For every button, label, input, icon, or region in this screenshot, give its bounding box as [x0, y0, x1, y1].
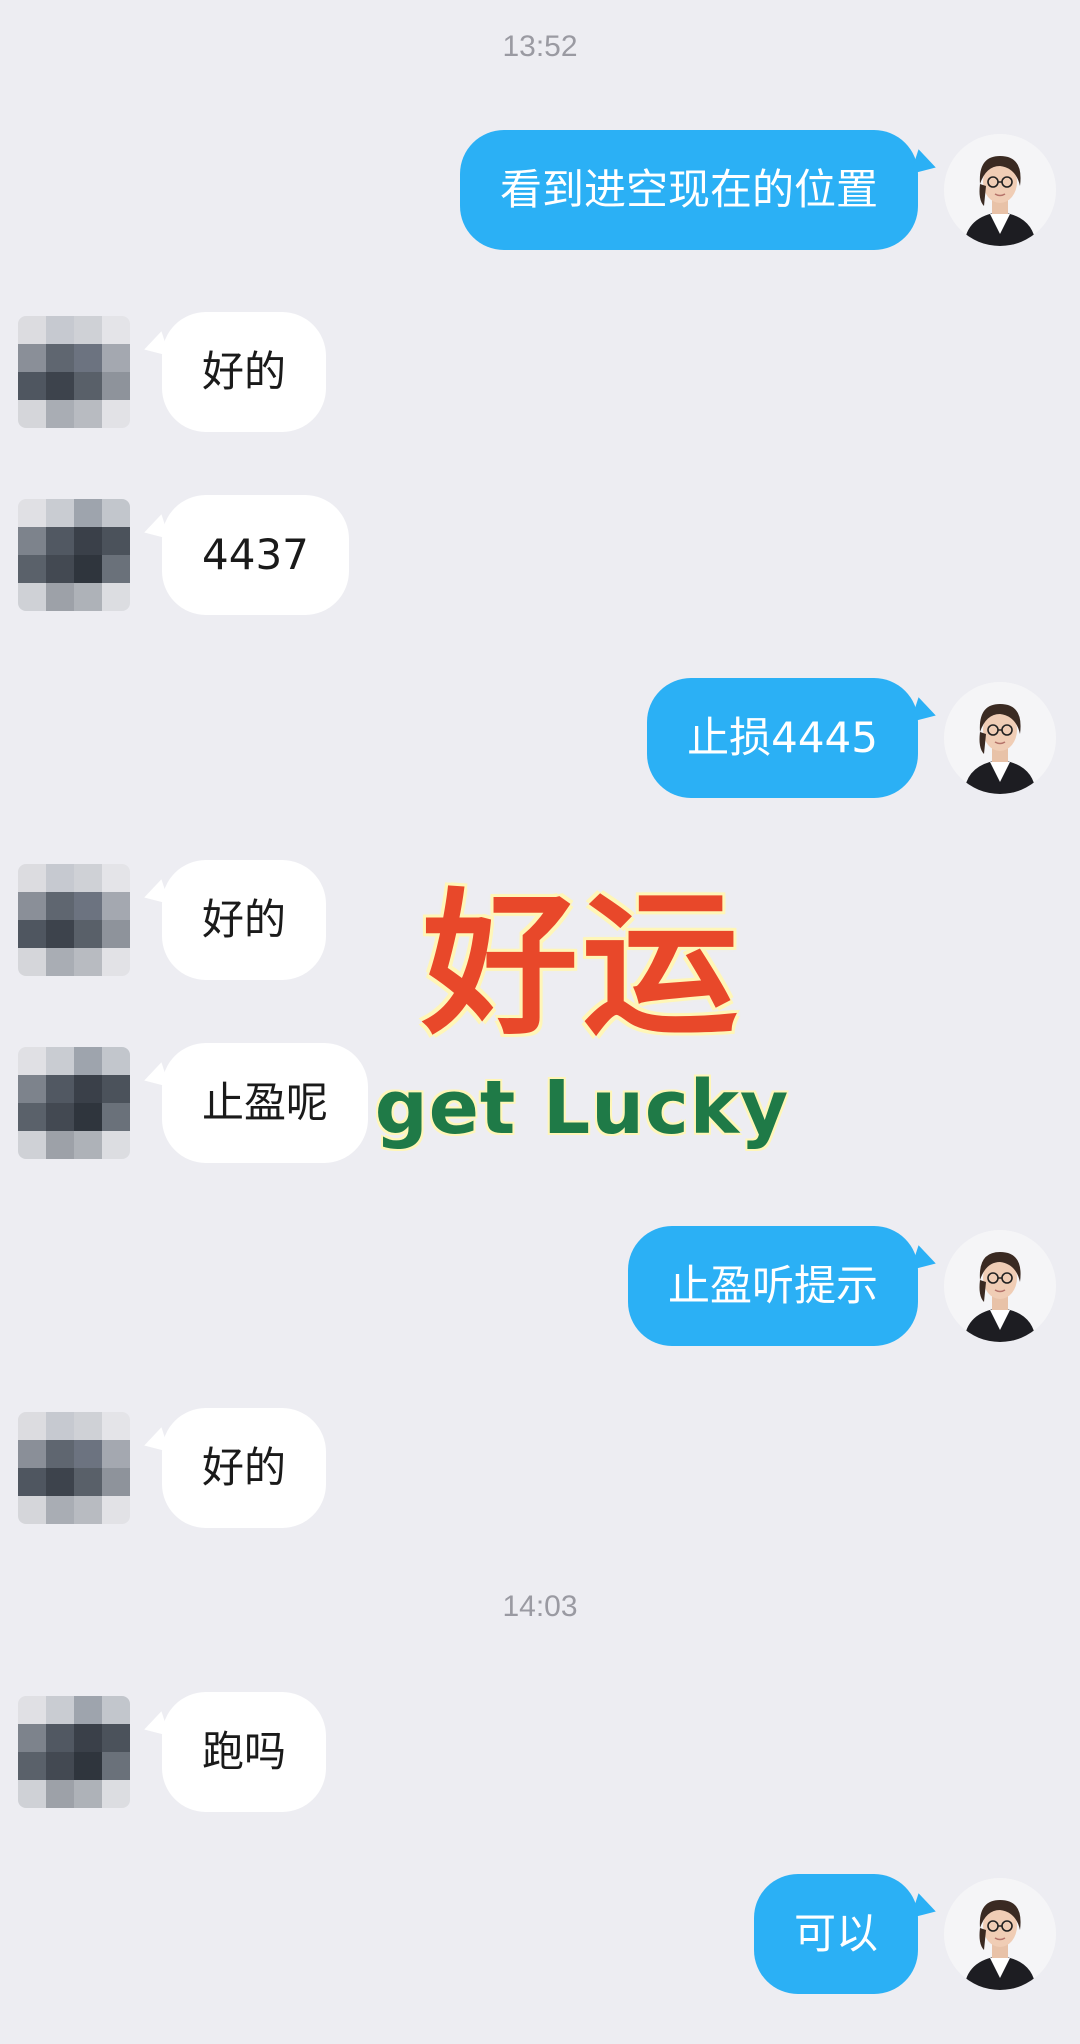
- message-row-incoming: 好的: [0, 312, 1080, 432]
- contact-avatar[interactable]: [18, 1696, 130, 1808]
- self-avatar[interactable]: [944, 1878, 1056, 1990]
- message-bubble-incoming[interactable]: 好的: [162, 1408, 327, 1528]
- sticker-subtitle: get Lucky: [374, 1065, 790, 1151]
- message-bubble-outgoing[interactable]: 可以: [753, 1874, 918, 1994]
- blurred-avatar-icon: [18, 864, 130, 976]
- message-row-incoming: 4437: [0, 495, 1080, 615]
- message-row-outgoing: 可以: [0, 1874, 1080, 1994]
- blurred-avatar-icon: [18, 1047, 130, 1159]
- user-portrait-icon: [944, 1878, 1056, 1990]
- self-avatar[interactable]: [944, 1230, 1056, 1342]
- blurred-avatar-icon: [18, 499, 130, 611]
- user-portrait-icon: [944, 1230, 1056, 1342]
- message-bubble-incoming[interactable]: 4437: [162, 495, 349, 615]
- blurred-avatar-icon: [18, 316, 130, 428]
- self-avatar[interactable]: [944, 682, 1056, 794]
- sticker-title: 好运: [422, 874, 742, 1056]
- good-luck-sticker[interactable]: 好运 get Lucky: [372, 880, 792, 1170]
- contact-avatar[interactable]: [18, 1412, 130, 1524]
- message-row-incoming: 好的: [0, 1408, 1080, 1528]
- blurred-avatar-icon: [18, 1412, 130, 1524]
- contact-avatar[interactable]: [18, 316, 130, 428]
- contact-avatar[interactable]: [18, 864, 130, 976]
- message-bubble-incoming[interactable]: 好的: [162, 860, 327, 980]
- message-row-outgoing: 止盈听提示: [0, 1226, 1080, 1346]
- timestamp: 14:03: [502, 1590, 578, 1623]
- message-row-outgoing: 看到进空现在的位置: [0, 130, 1080, 250]
- contact-avatar[interactable]: [18, 499, 130, 611]
- contact-avatar[interactable]: [18, 1047, 130, 1159]
- message-row-outgoing: 止损4445: [0, 678, 1080, 798]
- message-bubble-outgoing[interactable]: 看到进空现在的位置: [459, 130, 918, 250]
- message-bubble-incoming[interactable]: 止盈呢: [162, 1043, 369, 1163]
- message-bubble-incoming[interactable]: 好的: [162, 312, 327, 432]
- user-portrait-icon: [944, 134, 1056, 246]
- message-row-incoming: 跑吗: [0, 1692, 1080, 1812]
- timestamp: 13:52: [502, 30, 578, 63]
- self-avatar[interactable]: [944, 134, 1056, 246]
- blurred-avatar-icon: [18, 1696, 130, 1808]
- message-bubble-incoming[interactable]: 跑吗: [162, 1692, 327, 1812]
- user-portrait-icon: [944, 682, 1056, 794]
- message-bubble-outgoing[interactable]: 止盈听提示: [627, 1226, 918, 1346]
- message-bubble-outgoing[interactable]: 止损4445: [647, 678, 918, 798]
